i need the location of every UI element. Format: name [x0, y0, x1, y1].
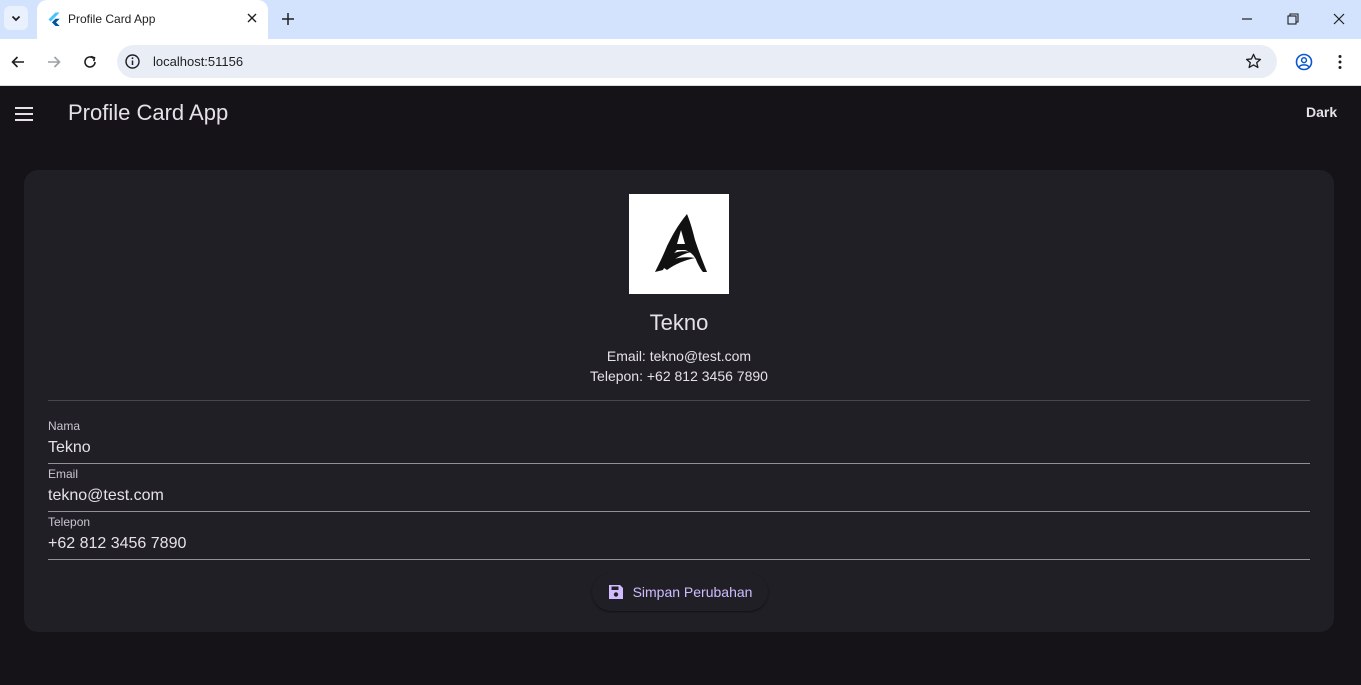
arrow-right-icon: [48, 56, 61, 68]
address-bar[interactable]: localhost:51156: [117, 45, 1277, 78]
profile-name: Tekno: [649, 310, 709, 335]
name-input[interactable]: [48, 437, 1310, 459]
name-field: Nama: [48, 418, 1310, 464]
window-close-button[interactable]: [1327, 8, 1351, 30]
chevron-down-icon: [11, 15, 21, 22]
minimize-button[interactable]: [1235, 8, 1259, 30]
restore-button[interactable]: [1281, 8, 1305, 30]
arrow-left-icon: [11, 56, 24, 68]
app-bar: Profile Card App Dark: [0, 86, 1361, 142]
menu-button[interactable]: [12, 102, 36, 126]
close-icon: [247, 13, 257, 23]
divider: [48, 400, 1310, 401]
email-input[interactable]: [48, 485, 1310, 507]
plus-icon: [282, 13, 294, 25]
name-label: Nama: [48, 419, 81, 433]
app-title: Profile Card App: [68, 100, 229, 125]
profile-card: Tekno Email: tekno@test.com Telepon: +62…: [24, 170, 1334, 632]
profile-email: Email: tekno@test.com: [606, 348, 752, 364]
forward-button[interactable]: [42, 50, 66, 74]
flutter-favicon-icon: [48, 12, 60, 26]
more-vert-icon: [1338, 55, 1342, 69]
reload-button[interactable]: [78, 50, 102, 74]
reload-icon: [84, 55, 96, 68]
profile-avatar: [629, 194, 729, 294]
logo-image: [655, 214, 707, 272]
phone-label: Telepon: [48, 515, 91, 529]
save-changes-button[interactable]: Simpan Perubahan: [592, 573, 768, 611]
browser-toolbar: localhost:51156: [0, 39, 1361, 86]
url-text[interactable]: localhost:51156: [153, 54, 243, 69]
save-icon: [608, 585, 623, 599]
back-button[interactable]: [6, 50, 30, 74]
email-field: Email: [48, 466, 1310, 512]
profile-button[interactable]: [1292, 50, 1316, 74]
bookmark-star-icon[interactable]: [1244, 52, 1263, 71]
tab-close-button[interactable]: [244, 10, 260, 26]
menu-icon: [15, 107, 33, 121]
close-icon: [1333, 13, 1345, 25]
tab-title: Profile Card App: [68, 12, 156, 26]
info-icon[interactable]: [124, 53, 141, 70]
phone-input[interactable]: [48, 533, 1310, 555]
save-button-label: Simpan Perubahan: [632, 584, 753, 600]
email-label: Email: [48, 467, 79, 481]
new-tab-button[interactable]: [278, 9, 298, 29]
theme-toggle-button[interactable]: Dark: [1306, 104, 1337, 120]
restore-icon: [1287, 13, 1299, 25]
phone-field: Telepon: [48, 514, 1310, 560]
account-circle-icon: [1295, 53, 1313, 71]
browser-tab-active[interactable]: Profile Card App: [37, 0, 268, 39]
tab-search-button[interactable]: [4, 6, 28, 30]
browser-tab-strip: Profile Card App: [0, 0, 1361, 39]
browser-menu-button[interactable]: [1328, 50, 1352, 74]
minimize-icon: [1242, 18, 1252, 20]
profile-phone: Telepon: +62 812 3456 7890: [590, 368, 768, 384]
